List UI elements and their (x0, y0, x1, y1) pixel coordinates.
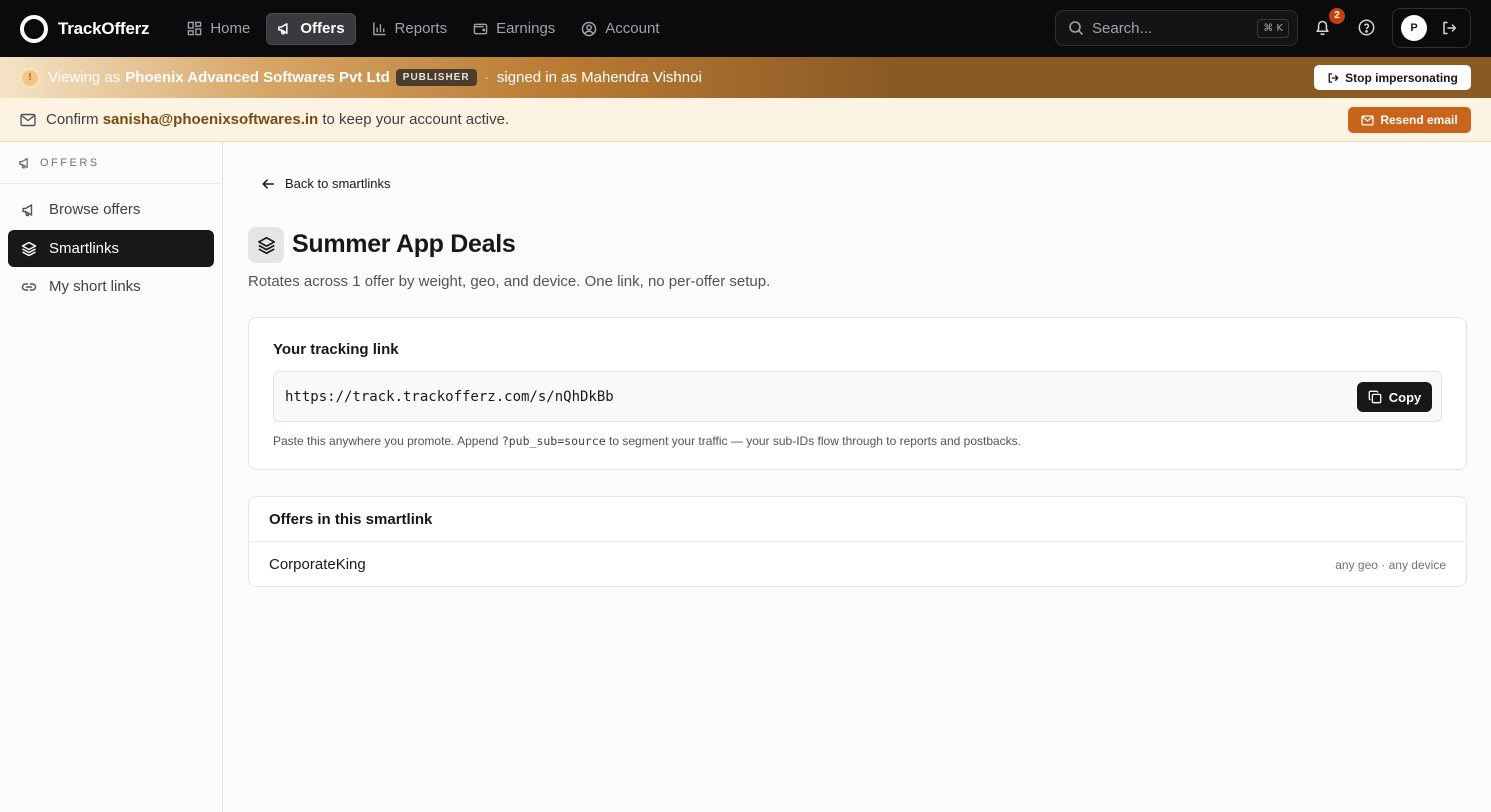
nav-item-account[interactable]: Account (571, 13, 669, 45)
sidebar-section-label: OFFERS (40, 156, 100, 169)
notifications-button[interactable] (1314, 18, 1331, 36)
offer-name: CorporateKing (269, 556, 366, 573)
search-placeholder: Search... (1092, 19, 1153, 37)
copy-icon (1368, 390, 1382, 404)
confirm-suffix: to keep your account active. (322, 111, 510, 128)
tracking-url[interactable]: https://track.trackofferz.com/s/nQhDkBb (285, 389, 614, 405)
layers-icon (21, 241, 37, 256)
help-button[interactable] (1358, 19, 1375, 36)
user-menu[interactable]: P (1392, 8, 1471, 48)
offers-card-heading: Offers in this smartlink (249, 497, 1466, 542)
nav-item-label: Account (605, 20, 660, 37)
copy-button-label: Copy (1388, 389, 1422, 405)
mail-icon (20, 113, 36, 126)
sidebar-item-smartlinks[interactable]: Smartlinks (8, 230, 214, 267)
layers-icon (257, 236, 275, 254)
viewing-as-label: Viewing as (48, 69, 121, 86)
impersonation-banner: ! Viewing as Phoenix Advanced Softwares … (0, 57, 1491, 98)
nav-item-reports[interactable]: Reports (362, 13, 458, 45)
impersonation-alert-icon: ! (20, 67, 40, 88)
hint-prefix: Paste this anywhere you promote. Append (273, 434, 499, 448)
list-item[interactable]: CorporateKing any geo · any device (249, 542, 1466, 587)
sidebar-section-header: OFFERS (0, 142, 222, 184)
nav-item-earnings[interactable]: Earnings (463, 13, 565, 45)
brand-name: TrackOfferz (58, 18, 150, 38)
help-circle-icon (1358, 19, 1375, 36)
sidebar-item-label: My short links (49, 278, 141, 295)
back-to-smartlinks-link[interactable]: Back to smartlinks (261, 176, 390, 191)
search-input[interactable]: Search... ⌘ K (1055, 10, 1298, 46)
confirm-email-address: sanisha@phoenixsoftwares.in (102, 111, 319, 128)
stop-impersonating-button[interactable]: Stop impersonating (1314, 65, 1471, 90)
nav-item-label: Earnings (496, 20, 556, 37)
confirm-email-text: Confirm sanisha@phoenixsoftwares.in to k… (46, 111, 509, 128)
nav-item-label: Reports (394, 20, 448, 37)
megaphone-icon (278, 23, 288, 35)
offer-targeting: any geo · any device (1335, 557, 1446, 572)
copy-button[interactable]: Copy (1357, 382, 1432, 412)
resend-email-button[interactable]: Resend email (1348, 107, 1471, 133)
impersonated-org-name: Phoenix Advanced Softwares Pvt Ltd (125, 69, 390, 86)
arrow-left-icon (262, 178, 274, 189)
sidebar: OFFERS Browse offers Smartlinks My short… (0, 142, 223, 812)
bar-chart-icon (372, 22, 386, 36)
grid-icon (188, 21, 202, 36)
main-nav: Home Offers Reports Earnings Account (177, 12, 675, 45)
nav-item-offers[interactable]: Offers (266, 12, 356, 45)
impersonation-alert-glyph: ! (28, 72, 32, 83)
megaphone-icon (19, 157, 28, 168)
notification-badge: 2 (1329, 8, 1345, 24)
page-title: Summer App Deals (292, 230, 516, 258)
exit-icon (1328, 72, 1339, 83)
link-icon (21, 282, 37, 291)
back-link-label: Back to smartlinks (285, 176, 391, 191)
separator: · (484, 70, 489, 85)
wallet-icon (473, 23, 488, 35)
role-badge: PUBLISHER (395, 69, 477, 86)
confirm-email-banner: Confirm sanisha@phoenixsoftwares.in to k… (0, 98, 1491, 142)
mail-icon (1361, 115, 1374, 125)
brand[interactable]: TrackOfferz (20, 14, 150, 43)
nav-item-label: Home (210, 20, 251, 37)
signed-in-as-text: signed in as Mahendra Vishnoi (496, 69, 702, 86)
tracking-link-card: Your tracking link https://track.trackof… (248, 317, 1467, 470)
nav-item-label: Offers (300, 20, 345, 37)
avatar[interactable]: P (1401, 15, 1427, 41)
sidebar-item-label: Smartlinks (49, 240, 120, 257)
stop-impersonating-label: Stop impersonating (1345, 70, 1458, 85)
nav-item-home[interactable]: Home (177, 13, 260, 45)
megaphone-icon (22, 203, 33, 216)
user-circle-icon (582, 21, 597, 36)
tracking-url-field[interactable]: https://track.trackofferz.com/s/nQhDkBb … (273, 371, 1442, 422)
tracking-hint: Paste this anywhere you promote. Append … (273, 434, 1021, 448)
bell-icon (1316, 20, 1329, 36)
hint-code: ?pub_sub=source (501, 434, 606, 448)
sidebar-item-browse-offers[interactable]: Browse offers (8, 191, 214, 228)
confirm-prefix: Confirm (46, 111, 99, 128)
smartlink-icon (248, 227, 284, 263)
hint-suffix: to segment your traffic — your sub-IDs f… (609, 434, 1022, 448)
offers-card: Offers in this smartlink CorporateKing a… (248, 496, 1467, 587)
search-icon (1069, 21, 1084, 36)
sidebar-item-label: Browse offers (49, 201, 141, 218)
tracking-link-heading: Your tracking link (273, 341, 399, 358)
page-subtitle: Rotates across 1 offer by weight, geo, a… (248, 273, 771, 290)
logout-icon[interactable] (1441, 20, 1457, 36)
resend-email-label: Resend email (1380, 113, 1458, 127)
search-shortcut: ⌘ K (1257, 19, 1289, 38)
sidebar-item-my-short-links[interactable]: My short links (8, 268, 214, 305)
brand-logo-icon (20, 14, 48, 43)
